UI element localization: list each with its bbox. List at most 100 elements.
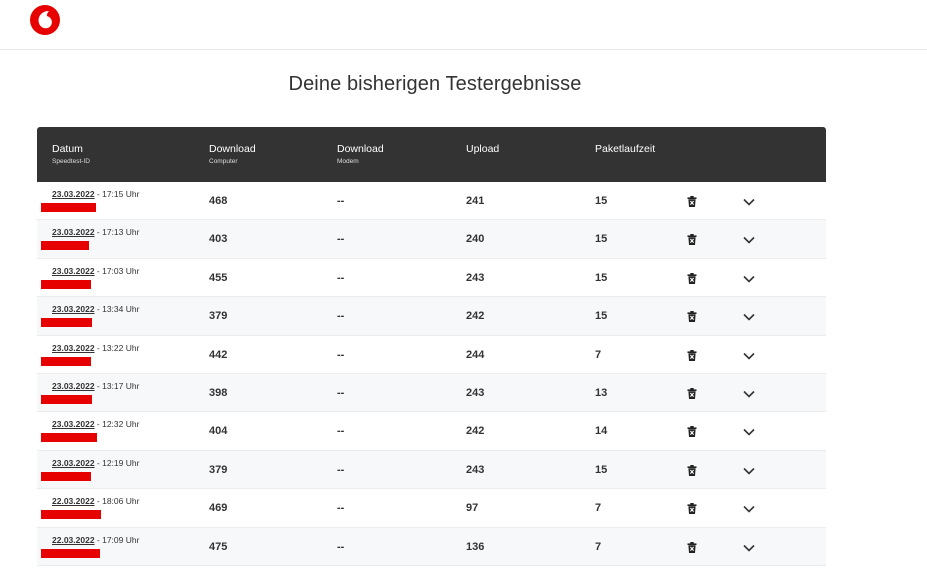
trash-icon[interactable] xyxy=(687,387,697,399)
trash-icon[interactable] xyxy=(687,541,697,553)
table-row[interactable]: 23.03.2022 - 13:34 Uhr 379 -- 242 15 xyxy=(37,297,826,336)
redacted-speedtest-id xyxy=(41,241,89,251)
trash-icon[interactable] xyxy=(687,234,697,246)
upload-value: 136 xyxy=(466,540,485,553)
date-value: 23.03.2022 xyxy=(52,227,95,238)
table-row[interactable]: 23.03.2022 - 13:22 Uhr 442 -- 244 7 xyxy=(37,336,826,374)
column-header-download-computer: Download Computer xyxy=(209,143,256,168)
chevron-down-icon[interactable] xyxy=(743,236,755,245)
chevron-down-icon[interactable] xyxy=(743,198,755,206)
test-date: 23.03.2022 - 13:22 Uhr xyxy=(52,343,139,353)
chevron-down-icon[interactable] xyxy=(743,313,755,321)
latency-value: 15 xyxy=(595,310,608,323)
upload-value: 97 xyxy=(466,502,479,515)
download-modem-value: -- xyxy=(337,348,345,361)
table-row[interactable]: 23.03.2022 - 17:13 Uhr 403 -- 240 15 xyxy=(37,220,826,259)
upload-value: 244 xyxy=(466,348,485,361)
latency-value: 7 xyxy=(595,540,602,553)
latency-value: 15 xyxy=(595,195,608,207)
chevron-down-icon[interactable] xyxy=(743,390,755,398)
redacted-speedtest-id xyxy=(41,279,91,289)
table-row[interactable]: 22.03.2022 - 18:06 Uhr 469 -- 97 7 xyxy=(37,489,826,528)
download-computer-value: 442 xyxy=(209,348,228,361)
trash-icon[interactable] xyxy=(687,196,697,207)
chevron-down-icon[interactable] xyxy=(743,544,755,552)
date-value: 22.03.2022 xyxy=(52,534,95,545)
chevron-down-icon[interactable] xyxy=(743,505,755,513)
redacted-speedtest-id xyxy=(41,510,101,520)
download-modem-value: -- xyxy=(337,271,345,284)
trash-icon[interactable] xyxy=(687,426,697,438)
chevron-down-icon[interactable] xyxy=(743,467,755,475)
chevron-down-icon[interactable] xyxy=(743,352,755,360)
column-header-sublabel: Modem xyxy=(337,158,359,165)
column-header-sublabel: Computer xyxy=(209,158,238,165)
date-value: 23.03.2022 xyxy=(52,304,95,315)
time-value: - 18:06 Uhr xyxy=(94,496,140,507)
test-date: 22.03.2022 - 17:09 Uhr xyxy=(52,535,139,545)
download-modem-value: -- xyxy=(337,540,345,553)
table-row[interactable]: 23.03.2022 - 17:15 Uhr 468 -- 241 15 xyxy=(37,182,826,221)
download-computer-value: 379 xyxy=(209,463,228,476)
test-date: 23.03.2022 - 17:15 Uhr xyxy=(52,189,139,199)
top-bar xyxy=(0,0,927,50)
date-value: 23.03.2022 xyxy=(52,189,95,199)
date-value: 23.03.2022 xyxy=(52,419,95,430)
table-row[interactable]: 23.03.2022 - 17:03 Uhr 455 -- 243 15 xyxy=(37,259,826,298)
table-row[interactable]: 23.03.2022 - 13:17 Uhr 398 -- 243 13 xyxy=(37,373,826,413)
download-modem-value: -- xyxy=(337,425,345,438)
date-value: 23.03.2022 xyxy=(52,380,95,391)
upload-value: 243 xyxy=(466,271,485,284)
table-row[interactable]: 22.03.2022 - 17:09 Uhr 475 -- 136 7 xyxy=(37,527,826,566)
column-header-label: Upload xyxy=(466,143,500,155)
download-computer-value: 455 xyxy=(209,271,228,284)
latency-value: 13 xyxy=(595,386,608,399)
upload-value: 243 xyxy=(466,463,485,476)
table-row[interactable]: 23.03.2022 - 12:19 Uhr 379 -- 243 15 xyxy=(37,450,826,490)
chevron-down-icon[interactable] xyxy=(743,275,755,283)
column-header-label: Datum xyxy=(52,143,83,155)
trash-icon[interactable] xyxy=(687,311,697,323)
test-date: 23.03.2022 - 12:32 Uhr xyxy=(52,419,139,429)
upload-value: 241 xyxy=(466,195,485,207)
download-computer-value: 475 xyxy=(209,540,228,553)
date-value: 22.03.2022 xyxy=(52,496,95,507)
column-header-latency: Paketlaufzeit xyxy=(595,143,655,156)
trash-icon[interactable] xyxy=(687,349,697,361)
download-modem-value: -- xyxy=(337,233,345,246)
redacted-speedtest-id xyxy=(41,318,92,328)
upload-value: 240 xyxy=(466,233,485,246)
download-modem-value: -- xyxy=(337,195,345,207)
latency-value: 7 xyxy=(595,348,602,361)
table-header: Datum Speedtest-ID Download Computer Dow… xyxy=(37,127,826,182)
time-value: - 13:34 Uhr xyxy=(94,304,140,315)
trash-icon[interactable] xyxy=(687,503,697,515)
redacted-speedtest-id xyxy=(41,548,100,558)
column-header-label: Download xyxy=(209,143,256,155)
date-value: 23.03.2022 xyxy=(52,342,95,353)
trash-icon[interactable] xyxy=(687,464,697,476)
time-value: - 13:22 Uhr xyxy=(94,342,140,353)
results-table: Datum Speedtest-ID Download Computer Dow… xyxy=(37,127,826,568)
latency-value: 15 xyxy=(595,463,608,476)
download-modem-value: -- xyxy=(337,386,345,399)
test-date: 23.03.2022 - 12:19 Uhr xyxy=(52,458,139,468)
time-value: - 17:09 Uhr xyxy=(94,534,140,545)
date-value: 23.03.2022 xyxy=(52,265,95,276)
time-value: - 17:13 Uhr xyxy=(94,227,140,238)
upload-value: 243 xyxy=(466,386,485,399)
upload-value: 242 xyxy=(466,310,485,323)
time-value: - 12:32 Uhr xyxy=(94,419,140,430)
chevron-down-icon[interactable] xyxy=(743,428,755,436)
test-date: 23.03.2022 - 17:13 Uhr xyxy=(52,227,139,237)
time-value: - 12:19 Uhr xyxy=(94,457,140,468)
trash-icon[interactable] xyxy=(687,272,697,284)
vodafone-logo[interactable] xyxy=(29,4,61,36)
redacted-speedtest-id xyxy=(41,356,91,366)
table-row[interactable]: 23.03.2022 - 12:32 Uhr 404 -- 242 14 xyxy=(37,412,826,451)
column-header-upload: Upload xyxy=(466,143,499,156)
page-title: Deine bisherigen Testergebnisse xyxy=(288,73,582,95)
redacted-speedtest-id xyxy=(41,394,92,404)
column-header-label: Paketlaufzeit xyxy=(595,143,656,155)
test-date: 23.03.2022 - 13:34 Uhr xyxy=(52,304,139,314)
